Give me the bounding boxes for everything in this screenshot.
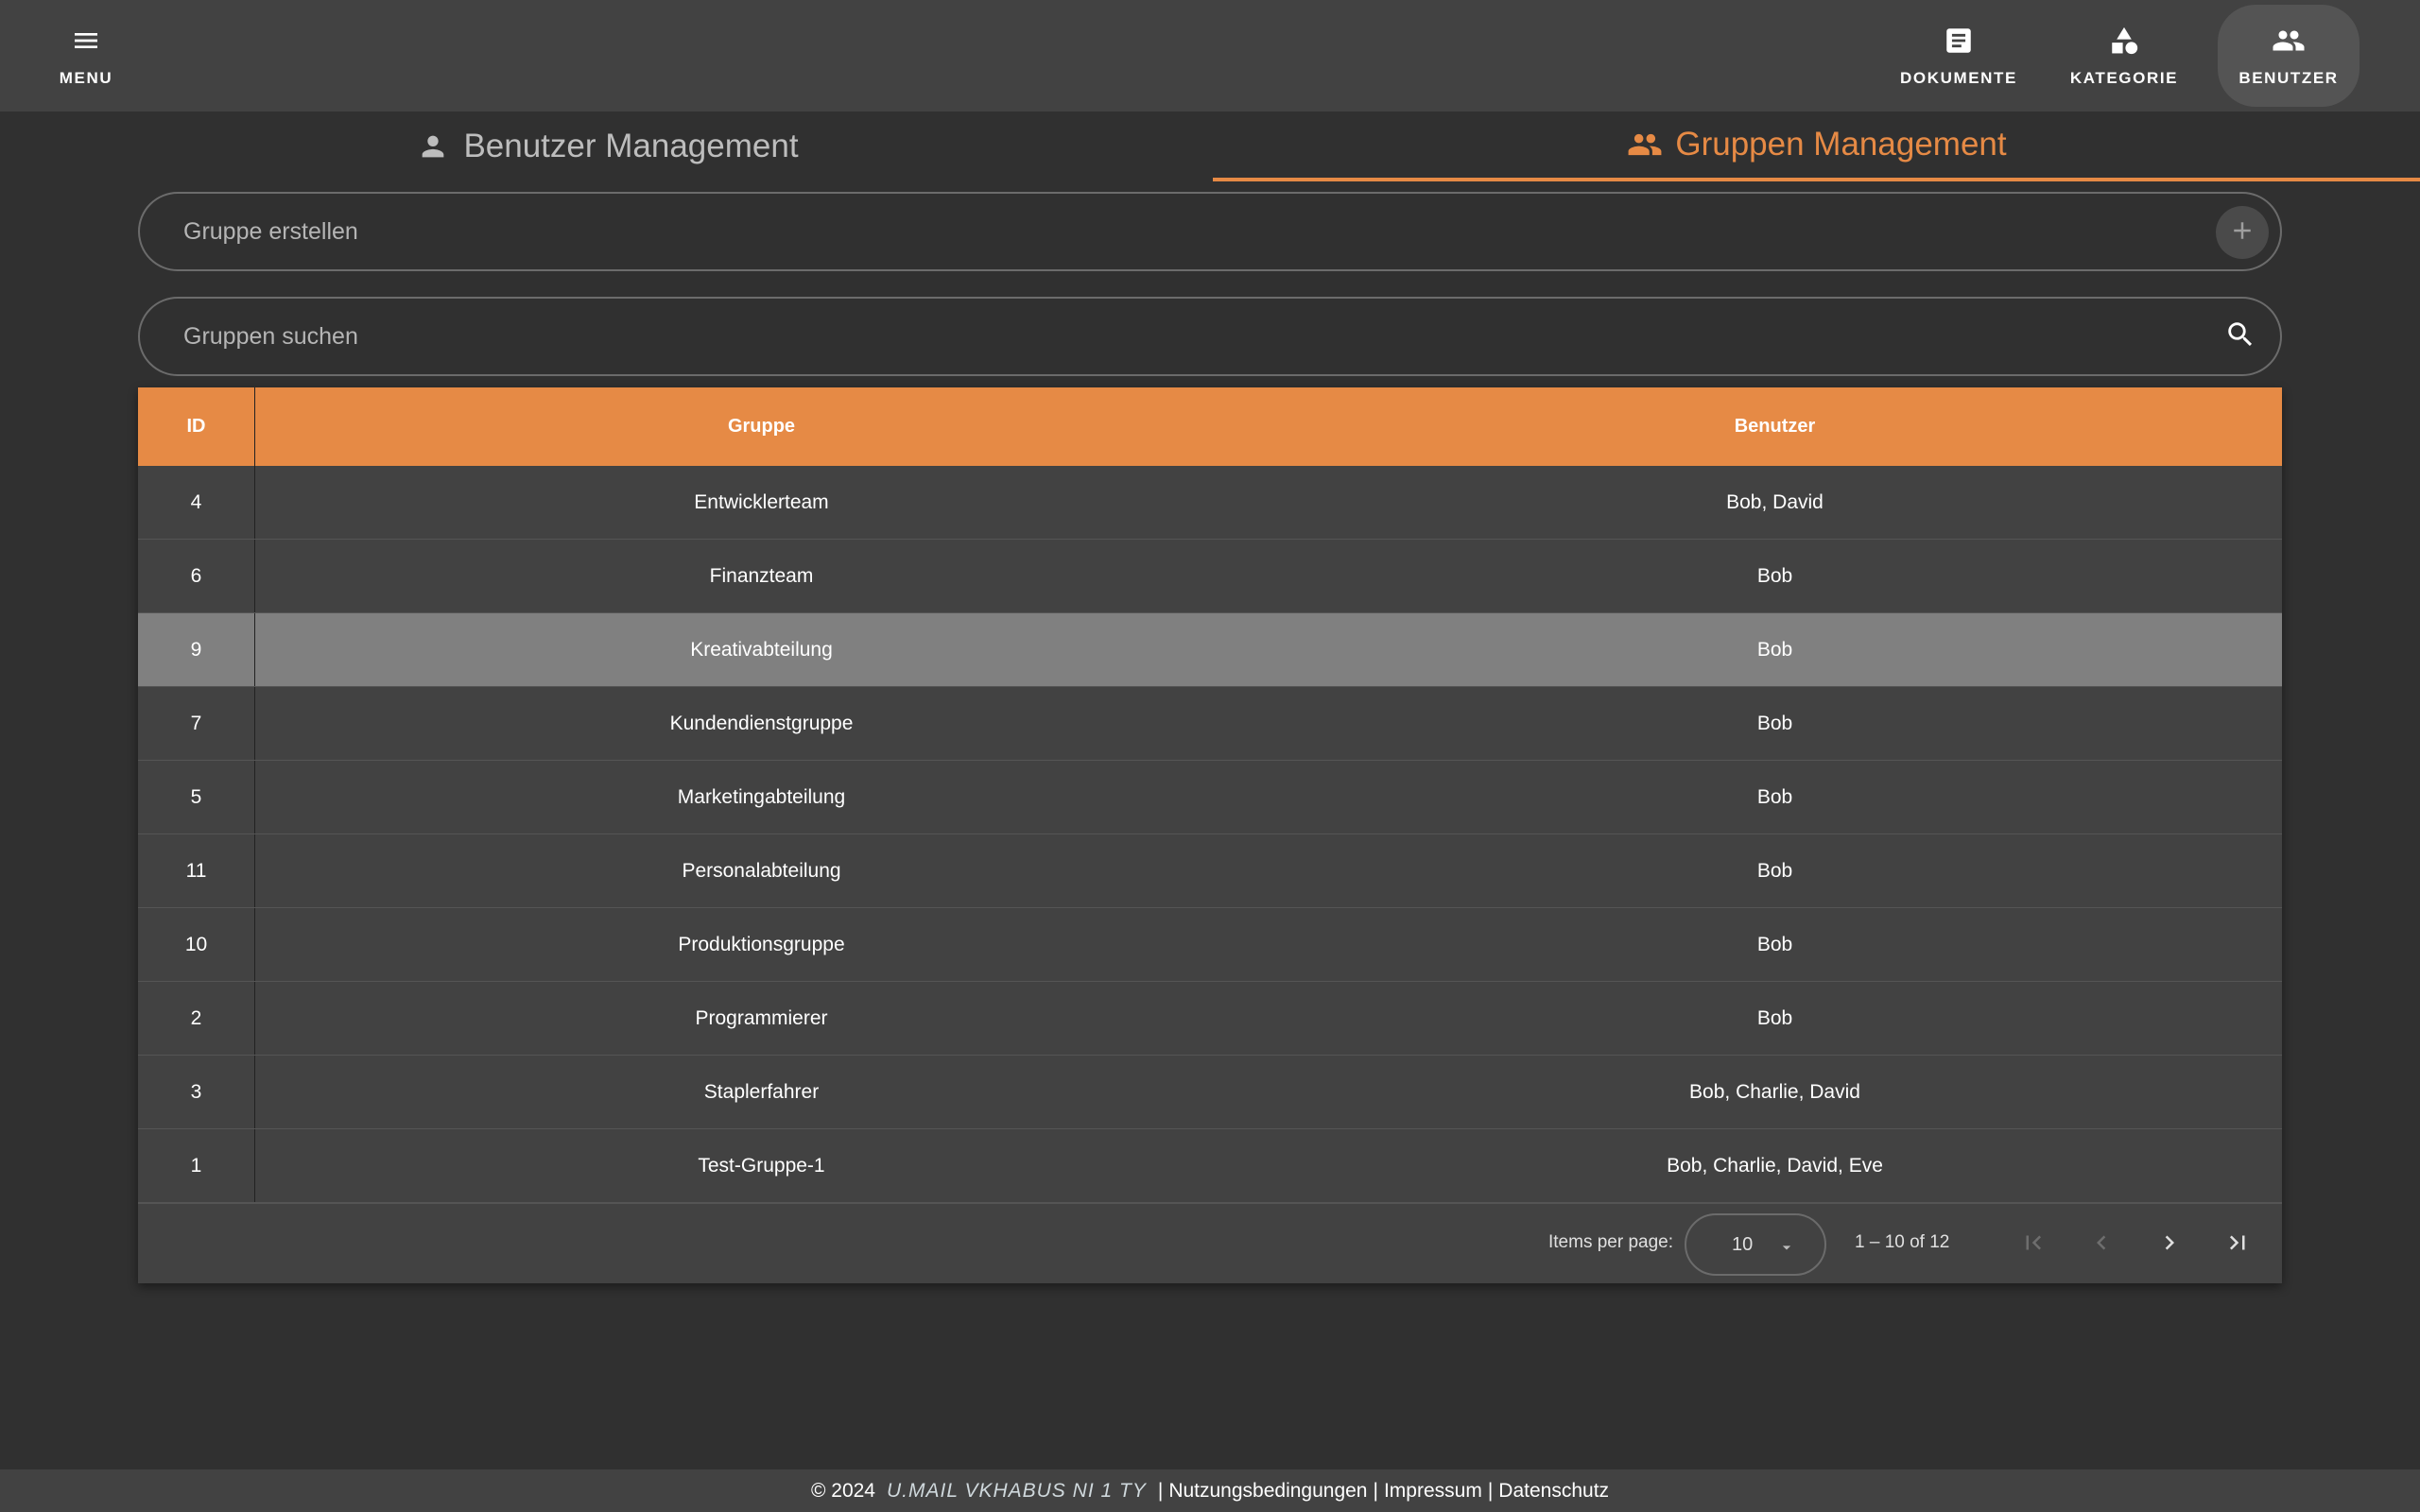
search-groups-field	[138, 297, 2282, 376]
create-group-field	[138, 192, 2282, 271]
hamburger-menu-icon	[69, 24, 103, 58]
cell-gruppe: Entwicklerteam	[694, 490, 829, 513]
table-row[interactable]: 10 Produktionsgruppe Bob	[138, 908, 2282, 982]
people-icon	[2272, 24, 2306, 58]
cell-id: 9	[138, 613, 255, 686]
cell-benutzer: Bob, Charlie, David	[1689, 1080, 1860, 1103]
table-row[interactable]: 3 Staplerfahrer Bob, Charlie, David	[138, 1056, 2282, 1129]
tab-benutzer-management[interactable]: Benutzer Management	[0, 112, 1213, 181]
table-row[interactable]: 11 Personalabteilung Bob	[138, 834, 2282, 908]
items-per-page-value: 10	[1732, 1234, 1754, 1255]
first-page-button[interactable]	[2012, 1223, 2055, 1266]
header-benutzer[interactable]: Benutzer	[1268, 387, 2282, 466]
search-icon	[2224, 318, 2256, 355]
link-datenschutz[interactable]: Datenschutz	[1498, 1480, 1609, 1503]
chevron-left-icon	[2087, 1228, 2116, 1262]
table-row[interactable]: 5 Marketingabteilung Bob	[138, 761, 2282, 834]
tab-gruppen-management[interactable]: Gruppen Management	[1213, 112, 2420, 181]
search-button[interactable]	[2216, 312, 2265, 361]
chevron-right-icon	[2155, 1228, 2184, 1262]
link-nutzungsbedingungen[interactable]: Nutzungsbedingungen	[1168, 1480, 1367, 1503]
next-page-button[interactable]	[2148, 1223, 2191, 1266]
cell-id: 10	[138, 908, 255, 981]
table-body: 4 Entwicklerteam Bob, David 6 Finanzteam…	[138, 466, 2282, 1203]
cell-gruppe: Staplerfahrer	[703, 1080, 820, 1103]
category-shapes-icon	[2107, 24, 2141, 58]
person-icon	[414, 128, 452, 165]
link-impressum[interactable]: Impressum	[1384, 1480, 1482, 1503]
items-per-page-select[interactable]: 10	[1685, 1213, 1826, 1276]
cell-id: 1	[138, 1129, 255, 1202]
cell-id: 6	[138, 540, 255, 612]
cell-gruppe: Finanzteam	[709, 564, 814, 587]
nav-kategorie-label: KATEGORIE	[2069, 69, 2179, 87]
company-name: U.MAIL VKHABUS NI 1 TY	[886, 1479, 1147, 1502]
last-page-button[interactable]	[2216, 1223, 2259, 1266]
cell-id: 5	[138, 761, 255, 833]
cell-gruppe: Programmierer	[695, 1006, 828, 1029]
group-icon	[1626, 126, 1664, 163]
nav-benutzer-button[interactable]: BENUTZER	[2218, 5, 2360, 107]
add-group-button[interactable]	[2216, 206, 2269, 259]
table-row[interactable]: 4 Entwicklerteam Bob, David	[138, 466, 2282, 540]
cell-gruppe: Test-Gruppe-1	[698, 1154, 825, 1177]
footer-separator: |	[1373, 1479, 1378, 1502]
paginator: Items per page: 10 1 – 10 of 12	[138, 1203, 2282, 1283]
cell-id: 7	[138, 687, 255, 760]
nav-dokumente-label: DOKUMENTE	[1900, 69, 2017, 87]
cell-gruppe: Marketingabteilung	[677, 785, 846, 808]
cell-benutzer: Bob	[1756, 859, 1793, 882]
cell-benutzer: Bob, David	[1726, 490, 1824, 513]
cell-benutzer: Bob	[1756, 564, 1793, 587]
table-row[interactable]: 2 Programmierer Bob	[138, 982, 2282, 1056]
tab-gruppen-label: Gruppen Management	[1675, 126, 2007, 163]
cell-gruppe: Kundendienstgruppe	[669, 712, 854, 734]
copyright-text: © 2024	[810, 1479, 875, 1502]
cell-id: 11	[138, 834, 255, 907]
header-gruppe[interactable]: Gruppe	[255, 387, 1268, 466]
menu-button[interactable]: MENU	[15, 5, 157, 107]
search-groups-input[interactable]	[183, 299, 2150, 374]
last-page-icon	[2223, 1228, 2252, 1262]
footer: © 2024 U.MAIL VKHABUS NI 1 TY | Nutzungs…	[0, 1469, 2420, 1512]
items-per-page-label: Items per page:	[1548, 1232, 1674, 1252]
table-header: ID Gruppe Benutzer	[138, 387, 2282, 466]
cell-benutzer: Bob	[1756, 712, 1793, 734]
footer-separator: |	[1157, 1479, 1164, 1502]
groups-table: ID Gruppe Benutzer 4 Entwicklerteam Bob,…	[138, 387, 2282, 1283]
cell-benutzer: Bob	[1756, 785, 1793, 808]
cell-benutzer: Bob	[1756, 933, 1793, 955]
plus-icon	[2228, 216, 2256, 249]
create-group-input[interactable]	[183, 194, 2150, 269]
cell-benutzer: Bob, Charlie, David, Eve	[1667, 1154, 1883, 1177]
previous-page-button[interactable]	[2080, 1223, 2123, 1266]
table-row[interactable]: 1 Test-Gruppe-1 Bob, Charlie, David, Eve	[138, 1129, 2282, 1203]
table-row-highlighted[interactable]: 9 Kreativabteilung Bob	[138, 613, 2282, 687]
header-id[interactable]: ID	[138, 387, 255, 466]
cell-gruppe: Kreativabteilung	[690, 638, 833, 661]
nav-kategorie-button[interactable]: KATEGORIE	[2053, 5, 2195, 107]
top-toolbar: MENU DOKUMENTE KATEGORIE BENUTZER	[0, 0, 2420, 112]
tab-benutzer-label: Benutzer Management	[463, 128, 799, 164]
cell-gruppe: Produktionsgruppe	[678, 933, 845, 955]
cell-benutzer: Bob	[1756, 1006, 1793, 1029]
cell-id: 4	[138, 466, 255, 539]
caret-down-icon	[1777, 1238, 1796, 1257]
cell-gruppe: Personalabteilung	[682, 859, 841, 882]
page-range-label: 1 – 10 of 12	[1855, 1232, 1950, 1252]
menu-label: MENU	[59, 69, 113, 87]
first-page-icon	[2019, 1228, 2048, 1262]
document-icon	[1942, 24, 1976, 58]
table-row[interactable]: 7 Kundendienstgruppe Bob	[138, 687, 2282, 761]
footer-separator: |	[1487, 1479, 1494, 1502]
nav-dokumente-button[interactable]: DOKUMENTE	[1888, 5, 2030, 107]
table-row[interactable]: 6 Finanzteam Bob	[138, 540, 2282, 613]
cell-id: 3	[138, 1056, 255, 1128]
cell-benutzer: Bob	[1756, 638, 1793, 661]
cell-id: 2	[138, 982, 255, 1055]
nav-benutzer-label: BENUTZER	[2238, 69, 2339, 87]
